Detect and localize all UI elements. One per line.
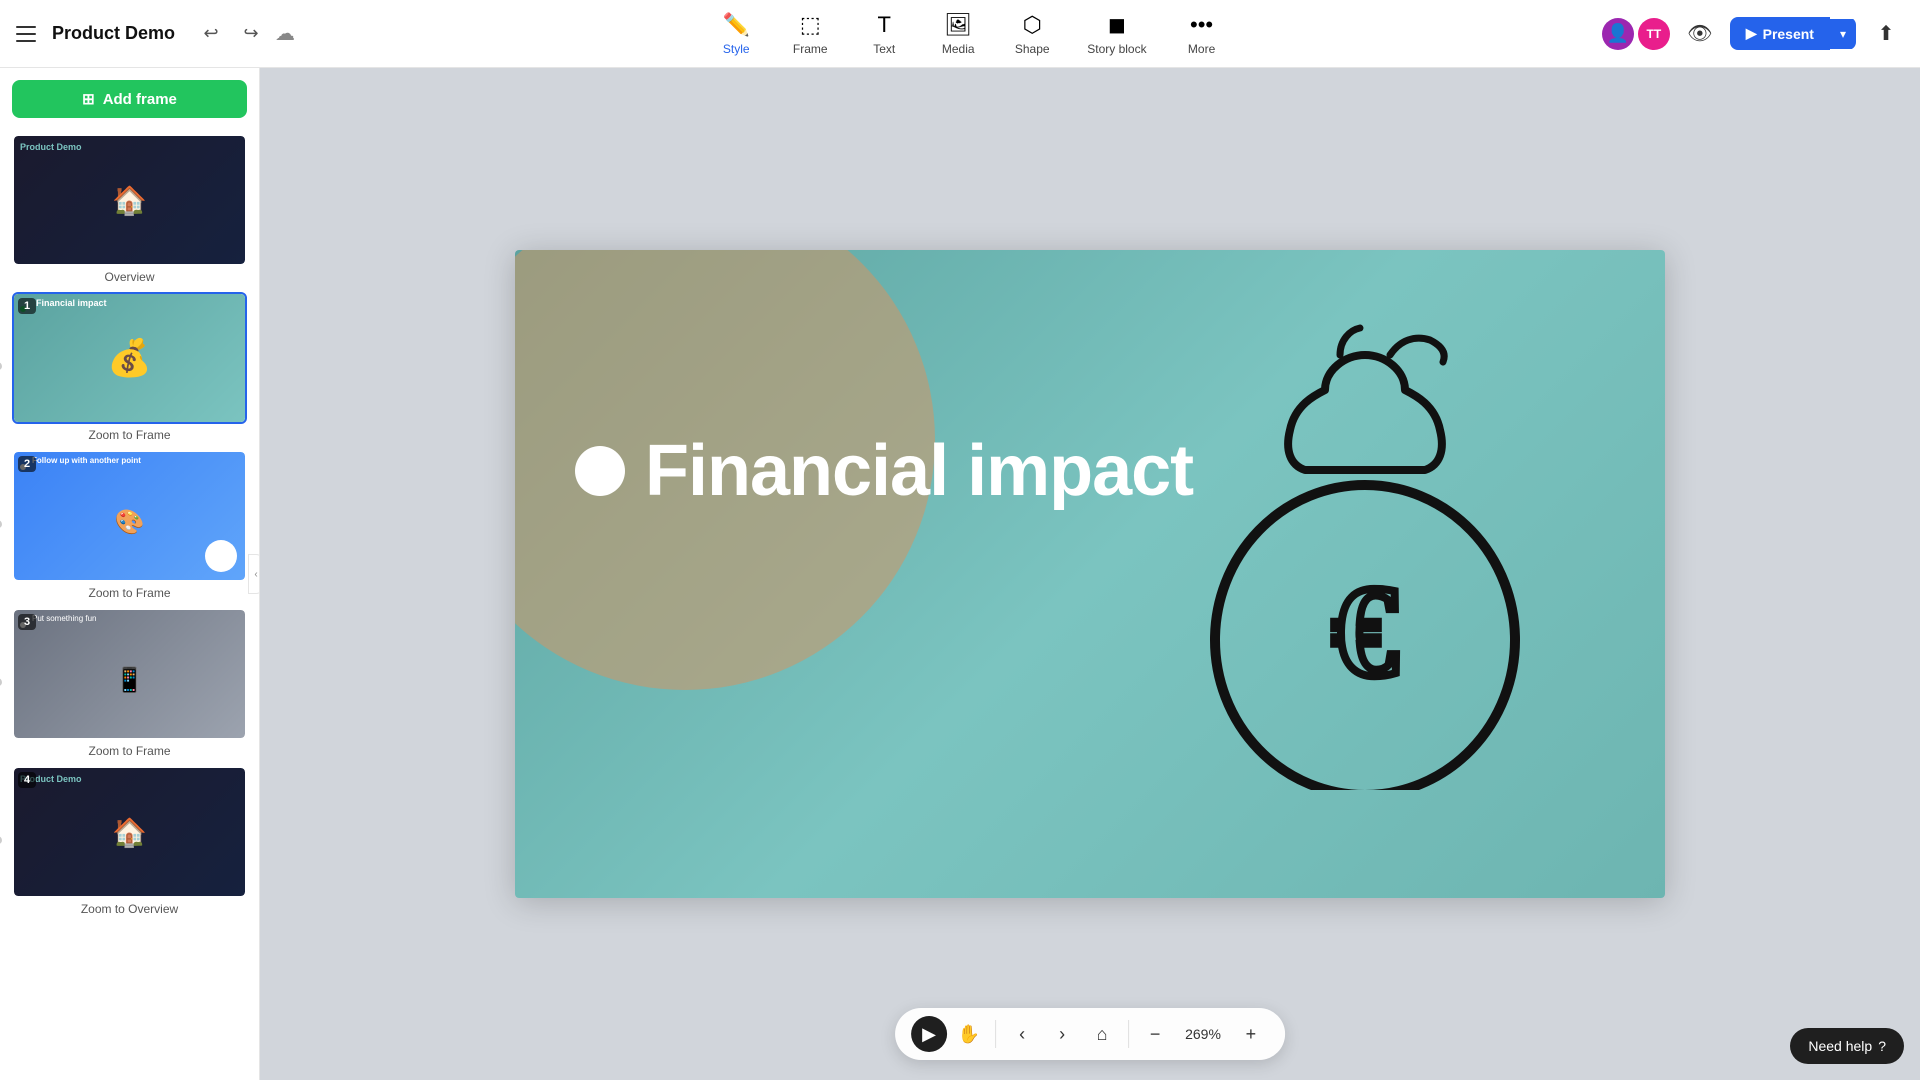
slide-number-1: 1 [18, 298, 36, 314]
slide-label-1: Zoom to Frame [12, 428, 247, 442]
tool-frame[interactable]: ⬚ Frame [775, 6, 845, 62]
zoom-display: 269% [1177, 1026, 1229, 1042]
slide-thumb-1[interactable]: Financial impact 💰 1 [12, 292, 247, 424]
cloud-icon: ☁ [275, 21, 295, 46]
slide-label-overview: Overview [12, 270, 247, 284]
tool-style[interactable]: ✏️ Style [701, 6, 771, 62]
main: ⊞ Add frame 🏠 Product Demo Overview [0, 68, 1920, 1080]
shape-icon: ⬡ [1023, 12, 1042, 38]
slide-label-2: Zoom to Frame [12, 586, 247, 600]
text-icon: T [878, 12, 891, 38]
avatar-tt: TT [1638, 18, 1670, 50]
add-frame-icon: ⊞ [82, 90, 95, 108]
slide-item-overview[interactable]: 🏠 Product Demo Overview [12, 134, 247, 284]
slide-item-1[interactable]: Financial impact 💰 1 Zoom to Frame [12, 292, 247, 442]
topbar-left: Product Demo ↩ ↪ ☁ [16, 18, 336, 50]
nav-separator-2 [1128, 1020, 1129, 1048]
slide-thumb-overview[interactable]: 🏠 Product Demo [12, 134, 247, 266]
avatar-group: 👤 TT [1602, 18, 1670, 50]
present-button-group[interactable]: ▶ Present ▾ [1730, 17, 1856, 50]
slide-number-3: 3 [18, 614, 36, 630]
more-icon: ••• [1190, 12, 1213, 38]
next-slide-button[interactable]: › [1044, 1016, 1080, 1052]
menu-button[interactable] [16, 22, 40, 46]
home-button[interactable]: ⌂ [1084, 1016, 1120, 1052]
topbar-right: 👤 TT 👁 ▶ Present ▾ ⬆ [1602, 16, 1904, 52]
slide-item-3[interactable]: Put something fun 📱 3 Zoom to Frame [12, 608, 247, 758]
title-dot [575, 446, 625, 496]
add-frame-button[interactable]: ⊞ Add frame [12, 80, 247, 118]
slide-thumb-4[interactable]: 🏠 Product Demo 4 [12, 766, 247, 898]
slide-thumb-2[interactable]: Follow up with another point 🎨 2 [12, 450, 247, 582]
style-icon: ✏️ [723, 12, 750, 38]
app-title: Product Demo [52, 23, 175, 44]
slide-thumb-img-2: Follow up with another point 🎨 [14, 452, 245, 580]
tool-media[interactable]: 🖼 Media [923, 6, 993, 62]
redo-button[interactable]: ↪ [235, 18, 267, 50]
share-button[interactable]: ⬆ [1868, 16, 1904, 52]
slide-title-text: Financial impact [645, 430, 1193, 512]
tool-text[interactable]: T Text [849, 6, 919, 62]
slide-label-4: Zoom to Overview [12, 902, 247, 916]
present-main-button[interactable]: ▶ Present [1730, 17, 1830, 50]
zoom-out-button[interactable]: − [1137, 1016, 1173, 1052]
media-icon: 🖼 [944, 12, 972, 38]
preview-button[interactable]: 👁 [1682, 16, 1718, 52]
present-dropdown-button[interactable]: ▾ [1830, 19, 1856, 49]
slide-canvas: Financial impact € [515, 250, 1665, 898]
slide-item-4[interactable]: 🏠 Product Demo 4 Zoom to Overview [12, 766, 247, 916]
slide-number-4: 4 [18, 772, 36, 788]
prev-slide-button[interactable]: ‹ [1004, 1016, 1040, 1052]
slide-title-area: Financial impact [575, 430, 1193, 512]
storyblock-icon: ◼ [1108, 12, 1126, 38]
history-controls: ↩ ↪ ☁ [195, 18, 295, 50]
play-mode-button[interactable]: ▶ [911, 1016, 947, 1052]
need-help-button[interactable]: Need help ? [1790, 1028, 1904, 1064]
avatar-person: 👤 [1602, 18, 1634, 50]
play-icon: ▶ [1746, 25, 1757, 42]
slide-number-2: 2 [18, 456, 36, 472]
tool-shape[interactable]: ⬡ Shape [997, 6, 1067, 62]
nav-separator-1 [995, 1020, 996, 1048]
bottom-navigation: ▶ ✋ ‹ › ⌂ − 269% + [895, 1008, 1285, 1060]
frame-icon: ⬚ [800, 12, 821, 38]
tool-storyblock[interactable]: ◼ Story block [1071, 6, 1162, 62]
tool-more[interactable]: ••• More [1167, 6, 1237, 62]
canvas-area: Financial impact € ▶ ✋ [260, 68, 1920, 1080]
slide-thumb-img-4: 🏠 Product Demo [14, 768, 245, 896]
mini-title-1: Financial impact [36, 298, 107, 308]
money-bag: € [1185, 310, 1545, 795]
sidebar-collapse-button[interactable]: ‹ [248, 554, 260, 594]
slide-thumb-3[interactable]: Put something fun 📱 3 [12, 608, 247, 740]
svg-text:€: € [1333, 560, 1398, 704]
zoom-in-button[interactable]: + [1233, 1016, 1269, 1052]
need-help-label: Need help [1808, 1038, 1872, 1054]
slide-item-2[interactable]: Follow up with another point 🎨 2 Zoom to… [12, 450, 247, 600]
undo-button[interactable]: ↩ [195, 18, 227, 50]
topbar: Product Demo ↩ ↪ ☁ ✏️ Style ⬚ Frame T Te… [0, 0, 1920, 68]
slide-label-3: Zoom to Frame [12, 744, 247, 758]
slide-thumb-img-overview: 🏠 Product Demo [14, 136, 245, 264]
sidebar: ⊞ Add frame 🏠 Product Demo Overview [0, 68, 260, 1080]
hand-tool-button[interactable]: ✋ [951, 1016, 987, 1052]
help-icon: ? [1878, 1038, 1886, 1054]
slide-thumb-img-3: Put something fun 📱 [14, 610, 245, 738]
toolbar: ✏️ Style ⬚ Frame T Text 🖼 Media ⬡ Shape … [336, 6, 1602, 62]
slide-thumb-img-1: Financial impact 💰 [14, 294, 245, 422]
